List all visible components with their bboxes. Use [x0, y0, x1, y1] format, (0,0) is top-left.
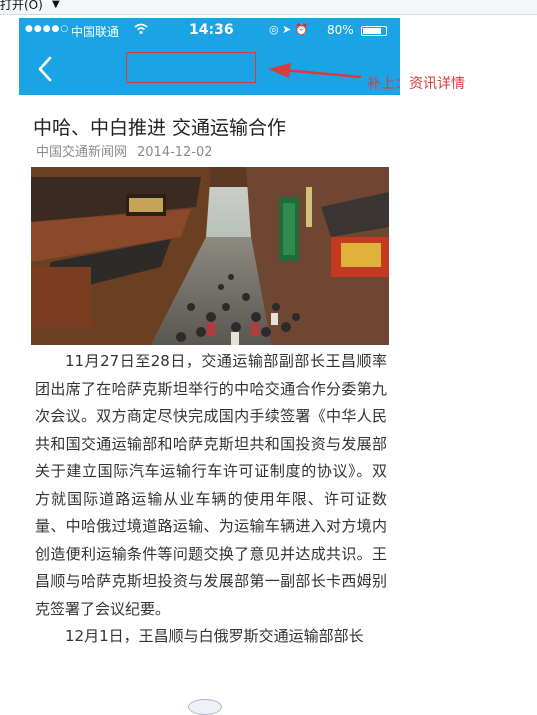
article-source: 中国交通新闻网 [36, 145, 128, 160]
article-paragraph: 12月1日，王昌顺与白俄罗斯交通运输部部长 [65, 627, 364, 645]
annotation-label: 补上：资讯详情 [367, 76, 465, 92]
article-paragraph: 11月27日至28日，交通运输部副部长王昌顺率团出席了在哈萨克斯坦举行的中哈交通… [35, 352, 387, 618]
bottom-scroll-control[interactable] [188, 699, 222, 715]
chevron-down-icon[interactable]: ▼ [52, 0, 60, 12]
article-date: 2014-12-02 [137, 145, 213, 160]
status-right-icons: ◎ ➤ ⏰ [269, 23, 309, 36]
battery-icon [361, 26, 387, 36]
right-margin [400, 15, 537, 707]
chevron-left-icon[interactable] [33, 54, 59, 84]
signal-icon: ●●●●○ [25, 24, 70, 34]
nav-title-placeholder [126, 52, 256, 83]
street-photo [31, 167, 389, 345]
article-body: 11月27日至28日，交通运输部副部长王昌顺率团出席了在哈萨克斯坦举行的中哈交通… [35, 348, 387, 651]
carrier-name: 中国联通 [71, 25, 120, 39]
open-menu[interactable]: 打开(O) [0, 0, 43, 12]
phone-screen: ●●●●○ 中国联通 14:36 ◎ ➤ ⏰ 80% 中哈、中白推进 交通运输合… [19, 18, 400, 707]
left-margin [0, 15, 19, 707]
article-meta: 中国交通新闻网 2014-12-02 [36, 141, 213, 160]
article-title: 中哈、中白推进 交通运输合作 [33, 117, 287, 139]
article-photo [31, 167, 389, 345]
status-time: 14:36 [189, 22, 234, 38]
battery-fill [363, 28, 381, 34]
battery-percent: 80% [327, 23, 354, 37]
wifi-icon [134, 23, 148, 38]
status-bar: ●●●●○ 中国联通 14:36 ◎ ➤ ⏰ 80% [19, 18, 400, 44]
annotation-arrow-icon [268, 63, 362, 79]
host-toolbar: 打开(O) ▼ [0, 0, 537, 15]
